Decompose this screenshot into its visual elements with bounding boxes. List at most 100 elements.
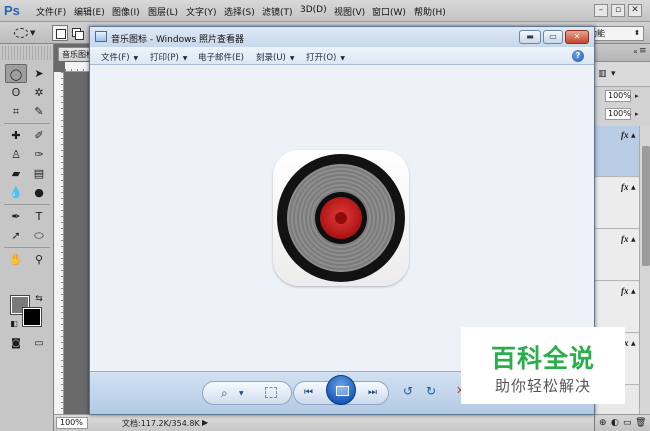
brush-tool-icon[interactable]: ✐ xyxy=(28,126,50,145)
rotate-clockwise-icon[interactable]: ↻ xyxy=(426,384,436,398)
chevron-down-icon[interactable]: ▼ xyxy=(239,390,244,397)
pen-tool-icon[interactable]: ✒ xyxy=(5,207,27,226)
menu-email[interactable]: 电子邮件(E) xyxy=(198,51,244,63)
elliptical-marquee-tool-icon[interactable]: ◯ xyxy=(5,64,27,83)
layer-effects-icon[interactable]: fx xyxy=(621,130,629,140)
expand-effects-icon[interactable]: ▲ xyxy=(631,132,636,139)
crop-tool-icon[interactable]: ⌗ xyxy=(5,102,27,121)
layer-row[interactable]: fx ▲ xyxy=(595,126,639,177)
layer-filter-icon[interactable]: ▥ xyxy=(598,69,608,79)
new-group-icon[interactable]: ▭ xyxy=(623,418,632,428)
fill-field[interactable]: 100% xyxy=(605,108,631,120)
ps-restore-button[interactable]: ▫ xyxy=(611,4,625,17)
eraser-tool-icon[interactable]: ▰ xyxy=(5,164,27,183)
clone-stamp-tool-icon[interactable]: ♙ xyxy=(5,145,27,164)
ps-close-button[interactable]: ✕ xyxy=(628,4,642,17)
healing-brush-tool-icon[interactable]: ✚ xyxy=(5,126,27,145)
menu-burn[interactable]: 刻录(U) ▼ xyxy=(256,51,294,63)
actual-size-icon[interactable] xyxy=(265,387,277,398)
zoom-level-field[interactable]: 100% xyxy=(56,417,88,429)
layer-effects-icon[interactable]: fx xyxy=(621,286,629,296)
background-color-swatch[interactable] xyxy=(22,307,42,327)
ps-menu-3d[interactable]: 3D(D) xyxy=(300,5,327,15)
expand-effects-icon[interactable]: ▲ xyxy=(631,236,636,243)
ps-menu-layer[interactable]: 图层(L) xyxy=(148,5,178,18)
add-to-selection-button[interactable] xyxy=(70,25,84,41)
blur-tool-icon[interactable]: 💧 xyxy=(5,183,27,202)
layers-scrollbar[interactable] xyxy=(639,126,650,414)
dodge-tool-icon[interactable]: ● xyxy=(28,183,50,202)
zoom-control-group: ⌕ ▼ xyxy=(202,381,292,405)
status-bar: 100% 文档:117.2K/354.8K ▶ xyxy=(54,414,594,431)
elliptical-marquee-icon[interactable] xyxy=(14,28,28,38)
layer-row[interactable]: fx ▲ xyxy=(595,282,639,333)
rotate-counterclockwise-icon[interactable]: ↺ xyxy=(403,384,413,398)
ps-menu-image[interactable]: 图像(I) xyxy=(112,5,140,18)
photo-viewer-titlebar[interactable]: 音乐图标 - Windows 照片查看器 ▬ ▭ ✕ xyxy=(90,27,594,47)
gradient-tool-icon[interactable]: ▤ xyxy=(28,164,50,183)
scrollbar-thumb[interactable] xyxy=(642,146,650,266)
maximize-button[interactable]: ▭ xyxy=(543,30,563,44)
add-mask-icon[interactable]: ◐ xyxy=(611,418,619,428)
layer-row[interactable]: fx ▲ xyxy=(595,178,639,229)
add-style-icon[interactable]: ⊕ xyxy=(599,418,607,428)
expand-effects-icon[interactable]: ▲ xyxy=(631,288,636,295)
hand-tool-icon[interactable]: ✋ xyxy=(5,250,27,269)
lasso-tool-icon[interactable]: ʘ xyxy=(5,83,27,102)
ellipse-shape-tool-icon[interactable]: ⬭ xyxy=(28,226,50,245)
screen-mode-icon[interactable]: ▭ xyxy=(28,334,50,353)
close-button[interactable]: ✕ xyxy=(565,30,589,44)
swap-colors-icon[interactable]: ⇆ xyxy=(28,290,50,309)
ps-menu-file[interactable]: 文件(F) xyxy=(36,5,66,18)
ps-menu-help[interactable]: 帮助(H) xyxy=(414,5,446,18)
document-tab[interactable]: 音乐图标 xyxy=(58,47,90,61)
chevron-down-icon[interactable]: ▼ xyxy=(30,29,35,37)
default-colors-icon[interactable]: ◧ xyxy=(3,314,25,333)
chevron-down-icon[interactable]: ▾ xyxy=(611,69,621,79)
previous-icon[interactable]: ⏮ xyxy=(304,387,313,398)
move-tool-icon[interactable]: ➤ xyxy=(28,64,50,83)
document-size-info: 文档:117.2K/354.8K xyxy=(122,419,200,428)
path-selection-tool-icon[interactable]: ➚ xyxy=(5,226,27,245)
eyedropper-tool-icon[interactable]: ✎ xyxy=(28,102,50,121)
expand-effects-icon[interactable]: ▲ xyxy=(631,184,636,191)
ps-menu-select[interactable]: 选择(S) xyxy=(224,5,255,18)
history-brush-tool-icon[interactable]: ✑ xyxy=(28,145,50,164)
slideshow-button[interactable] xyxy=(326,375,356,405)
ps-menu-type[interactable]: 文字(Y) xyxy=(186,5,217,18)
chevron-down-icon: ▼ xyxy=(133,55,139,62)
quick-mask-icon[interactable]: ◙ xyxy=(5,334,27,353)
collapse-panel-icon[interactable]: « xyxy=(633,47,638,56)
layer-effects-icon[interactable]: fx xyxy=(621,182,629,192)
menu-file[interactable]: 文件(F) ▼ xyxy=(101,51,138,63)
layer-row[interactable]: fx ▲ xyxy=(595,230,639,281)
new-selection-button[interactable] xyxy=(52,25,68,41)
zoom-tool-icon[interactable]: ⚲ xyxy=(28,250,50,269)
fill-dropdown-icon[interactable]: ▸ xyxy=(635,110,639,118)
ps-menu-window[interactable]: 窗口(W) xyxy=(372,5,406,18)
help-icon[interactable]: ? xyxy=(572,50,584,62)
ps-menu-filter[interactable]: 滤镜(T) xyxy=(262,5,293,18)
zoom-icon[interactable]: ⌕ xyxy=(221,386,228,401)
menu-print[interactable]: 打印(P) ▼ xyxy=(150,51,187,63)
ps-menu-view[interactable]: 视图(V) xyxy=(334,5,365,18)
menu-open[interactable]: 打开(O) ▼ xyxy=(306,51,345,63)
tool-separator xyxy=(4,123,50,124)
ps-menu-edit[interactable]: 编辑(E) xyxy=(74,5,105,18)
layer-effects-icon[interactable]: fx xyxy=(621,234,629,244)
menu-email-label: 电子邮件(E) xyxy=(198,53,245,63)
toolbox-grip[interactable] xyxy=(2,46,52,60)
delete-layer-icon[interactable]: 🗑 xyxy=(635,418,646,428)
opacity-field[interactable]: 100% xyxy=(605,90,631,102)
panel-menu-icon[interactable]: ≡ xyxy=(639,46,647,56)
minimize-button[interactable]: ▬ xyxy=(519,30,541,44)
next-icon[interactable]: ⏭ xyxy=(368,387,377,398)
photoshop-logo: Ps xyxy=(4,3,20,18)
expand-effects-icon[interactable]: ▲ xyxy=(631,340,636,347)
type-tool-icon[interactable]: T xyxy=(28,207,50,226)
status-menu-arrow-icon[interactable]: ▶ xyxy=(202,418,208,427)
opacity-dropdown-icon[interactable]: ▸ xyxy=(635,92,639,100)
watermark-subtitle: 助你轻松解决 xyxy=(494,377,591,395)
magic-wand-tool-icon[interactable]: ✲ xyxy=(28,83,50,102)
ps-minimize-button[interactable]: – xyxy=(594,4,608,17)
